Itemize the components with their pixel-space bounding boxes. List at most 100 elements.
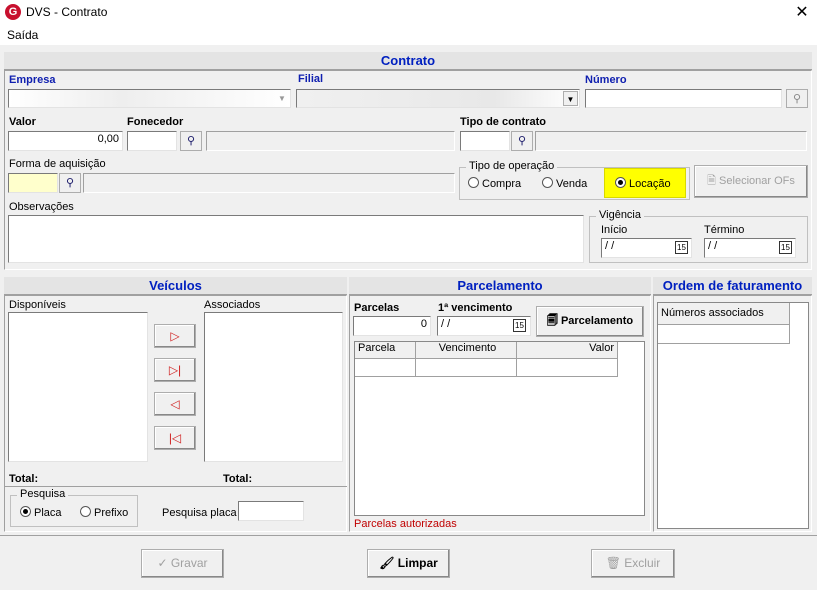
tipo-operacao-label: Tipo de operação — [466, 160, 558, 172]
app-logo-icon: G — [5, 4, 21, 20]
broom-icon: 🖌 — [379, 556, 398, 570]
window-title: DVS - Contrato — [26, 5, 108, 19]
ordem-faturamento-header: Ordem de faturamento — [653, 277, 812, 295]
title-bar: G DVS - Contrato ✕ — [0, 0, 817, 25]
forma-aquisicao-label: Forma de aquisição — [9, 158, 106, 170]
excluir-button[interactable]: 🗑 Excluir — [591, 549, 675, 578]
total-disponiveis-label: Total: — [9, 473, 39, 485]
table-cell[interactable] — [658, 325, 790, 344]
parcelamento-button-label: Parcelamento — [560, 315, 634, 327]
calendar-icon[interactable]: 15 — [675, 241, 688, 254]
numero-input[interactable] — [585, 89, 782, 108]
selecionar-ofs-button[interactable]: 🗎 Selecionar OFs — [694, 165, 808, 198]
radio-selected-icon — [615, 177, 626, 188]
disponiveis-list[interactable] — [8, 312, 148, 462]
valor-label: Valor — [9, 116, 36, 128]
veiculos-header: Veículos — [4, 277, 347, 295]
triangle-left-icon: ◁ — [170, 397, 180, 411]
observacoes-label: Observações — [9, 201, 74, 213]
close-button[interactable]: ✕ — [794, 2, 810, 22]
radio-venda[interactable]: Venda — [542, 177, 587, 190]
empresa-label: Empresa — [9, 74, 56, 86]
document-icon: 🗎 — [707, 175, 720, 187]
ordem-faturamento-title: Ordem de faturamento — [662, 278, 803, 293]
move-right-button[interactable]: ▷ — [154, 324, 196, 348]
chevron-down-icon[interactable]: ▼ — [563, 91, 578, 106]
parcelas-label: Parcelas — [354, 302, 400, 314]
numeros-associados-grid[interactable]: Números associados — [657, 302, 809, 529]
radio-selected-icon — [20, 506, 31, 517]
radio-compra[interactable]: Compra — [468, 177, 521, 190]
skip-left-icon: |◁ — [168, 431, 182, 445]
fornecedor-name-field — [206, 131, 455, 151]
parcelamento-button[interactable]: 🗐 Parcelamento — [536, 306, 644, 337]
forma-aquisicao-code-input[interactable] — [8, 173, 58, 193]
table-cell[interactable] — [355, 359, 416, 377]
parcelamento-title: Parcelamento — [457, 278, 543, 293]
observacoes-textarea[interactable] — [8, 215, 584, 263]
checkmark-icon: ✓ — [157, 556, 171, 570]
binoculars-search-icon[interactable]: ⚲ — [786, 89, 808, 108]
column-header-vencimento[interactable]: Vencimento — [416, 342, 517, 359]
parcelas-input[interactable]: 0 — [353, 316, 431, 336]
binoculars-search-icon[interactable]: ⚲ — [511, 131, 533, 151]
move-all-left-button[interactable]: |◁ — [154, 426, 196, 450]
gravar-button[interactable]: ✓ Gravar — [141, 549, 224, 578]
pesquisa-label: Pesquisa — [17, 488, 69, 500]
associados-label: Associados — [204, 299, 261, 311]
radio-locacao[interactable]: Locação — [604, 168, 686, 198]
forma-aquisicao-name-field — [83, 173, 455, 193]
fornecedor-label: Fonecedor — [127, 116, 184, 128]
disponiveis-label: Disponíveis — [9, 299, 66, 311]
radio-circle-icon — [80, 506, 91, 517]
table-cell[interactable] — [416, 359, 517, 377]
numero-label: Número — [585, 74, 627, 86]
tipo-contrato-label: Tipo de contrato — [460, 116, 546, 128]
parcelas-grid[interactable]: Parcela Vencimento Valor — [354, 341, 645, 516]
binoculars-search-icon[interactable]: ⚲ — [180, 131, 202, 151]
move-all-right-button[interactable]: ▷| — [154, 358, 196, 382]
radio-circle-icon — [468, 177, 479, 188]
tipo-contrato-code-input[interactable] — [460, 131, 510, 151]
associados-list[interactable] — [204, 312, 343, 462]
radio-locacao-label: Locação — [629, 178, 671, 190]
filial-label: Filial — [298, 73, 324, 85]
move-left-button[interactable]: ◁ — [154, 392, 196, 416]
parcelamento-header: Parcelamento — [349, 277, 651, 295]
total-associados-label: Total: — [223, 473, 253, 485]
menu-bar: Saída — [0, 25, 817, 45]
empresa-select[interactable] — [8, 89, 291, 108]
limpar-label: Limpar — [397, 556, 438, 570]
calendar-icon[interactable]: 15 — [779, 241, 792, 254]
pesquisa-placa-input[interactable] — [238, 501, 304, 521]
valor-input[interactable]: 0,00 — [8, 131, 123, 151]
limpar-button[interactable]: 🖌 Limpar — [367, 549, 450, 578]
radio-venda-label: Venda — [556, 178, 588, 190]
fornecedor-code-input[interactable] — [127, 131, 177, 151]
radio-circle-icon — [542, 177, 553, 188]
divider — [4, 486, 347, 487]
radio-prefixo[interactable]: Prefixo — [80, 506, 128, 519]
column-header-numeros-associados[interactable]: Números associados — [658, 303, 790, 325]
binoculars-search-icon[interactable]: ⚲ — [59, 173, 81, 193]
radio-placa-label: Placa — [34, 507, 62, 519]
trash-icon: 🗑 — [605, 556, 625, 570]
inicio-label: Início — [601, 224, 628, 236]
excluir-label: Excluir — [624, 556, 661, 570]
termino-label: Término — [704, 224, 745, 236]
column-header-valor[interactable]: Valor — [517, 342, 618, 359]
chevron-down-icon[interactable]: ▼ — [275, 91, 289, 106]
filial-select[interactable] — [296, 89, 580, 108]
gravar-label: Gravar — [170, 556, 208, 570]
selecionar-ofs-label: Selecionar OFs — [719, 175, 795, 187]
radio-placa[interactable]: Placa — [20, 506, 62, 519]
table-cell[interactable] — [517, 359, 618, 377]
calendar-icon[interactable]: 15 — [513, 319, 526, 332]
vencimento-label: 1ª vencimento — [438, 302, 513, 314]
column-header-parcela[interactable]: Parcela — [355, 342, 416, 359]
veiculos-title: Veículos — [149, 278, 202, 293]
radio-compra-label: Compra — [482, 178, 522, 190]
triangle-right-icon: ▷ — [170, 329, 180, 343]
menu-item-saida[interactable]: Saída — [7, 28, 38, 42]
contrato-title: Contrato — [380, 53, 436, 68]
